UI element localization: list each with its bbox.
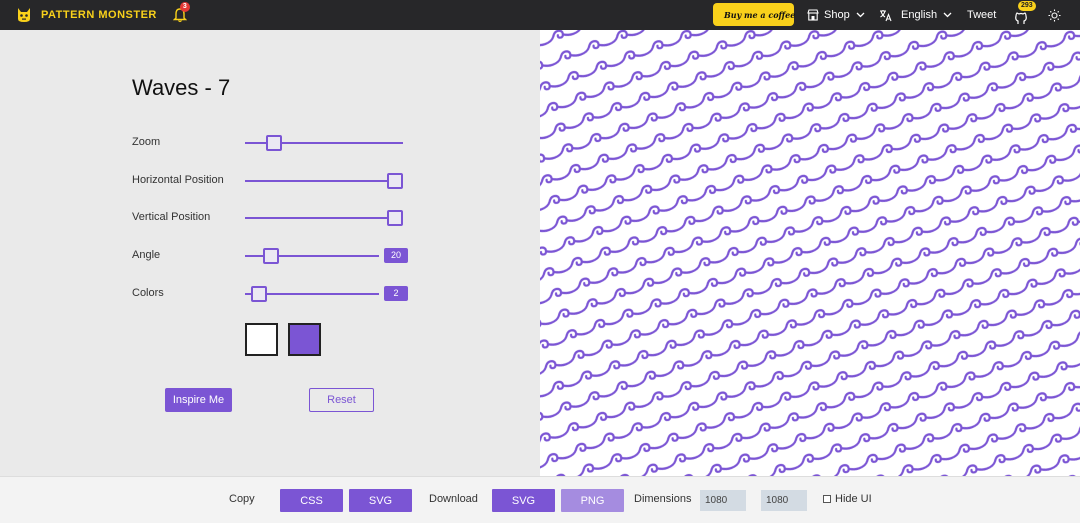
hide-ui-toggle[interactable]: Hide UI — [823, 493, 872, 505]
logo[interactable]: PATTERN MONSTER — [16, 7, 157, 23]
download-label: Download — [429, 493, 478, 505]
reset-button[interactable]: Reset — [309, 388, 374, 412]
zoom-label: Zoom — [132, 136, 161, 148]
waves-pattern — [540, 30, 1080, 476]
store-icon — [807, 9, 819, 21]
theme-toggle[interactable] — [1048, 0, 1061, 30]
dimensions-label: Dimensions — [634, 493, 692, 505]
chevron-down-icon — [943, 12, 952, 18]
shop-label: Shop — [824, 9, 850, 21]
logo-text: PATTERN MONSTER — [41, 9, 157, 21]
copy-svg-button[interactable]: SVG — [349, 489, 412, 512]
colors-slider[interactable] — [245, 286, 379, 302]
copy-css-button[interactable]: CSS — [280, 489, 343, 512]
hide-ui-checkbox[interactable] — [823, 495, 831, 503]
vertical-position-slider[interactable] — [245, 210, 403, 226]
sun-icon — [1048, 9, 1061, 21]
color-swatch-2[interactable] — [288, 323, 321, 356]
chevron-down-icon — [856, 12, 865, 18]
buy-me-a-coffee-button[interactable]: Buy me a coffee — [713, 3, 796, 26]
colors-label: Colors — [132, 287, 164, 299]
horizontal-position-label: Horizontal Position — [132, 174, 224, 186]
vertical-position-label: Vertical Position — [132, 211, 211, 223]
download-svg-button[interactable]: SVG — [492, 489, 555, 512]
color-swatch-1[interactable] — [245, 323, 278, 356]
slider-track — [245, 217, 403, 219]
export-bar: Copy CSS SVG Download SVG PNG Dimensions… — [0, 476, 1080, 523]
notifications-button[interactable]: 3 — [172, 2, 190, 23]
horizontal-position-slider[interactable] — [245, 173, 403, 189]
colors-value: 2 — [384, 286, 408, 301]
language-selector[interactable]: English — [879, 0, 952, 30]
monster-logo-icon — [18, 8, 30, 22]
angle-label: Angle — [132, 249, 161, 261]
width-input[interactable] — [700, 490, 746, 511]
translate-icon — [880, 9, 892, 21]
zoom-slider[interactable] — [245, 135, 403, 151]
height-input[interactable] — [761, 490, 807, 511]
github-star-count: 293 — [1018, 1, 1036, 11]
pattern-title: Waves - 7 — [132, 75, 231, 100]
slider-thumb[interactable] — [387, 173, 403, 189]
github-stars-button[interactable]: 293 — [1014, 0, 1036, 30]
language-label: English — [901, 9, 938, 21]
angle-value: 20 — [384, 248, 408, 263]
shop-menu[interactable]: Shop — [807, 0, 865, 30]
slider-thumb[interactable] — [250, 286, 267, 302]
copy-label: Copy — [229, 493, 255, 505]
tweet-button[interactable]: Tweet — [967, 0, 996, 30]
slider-track — [245, 180, 403, 182]
angle-slider[interactable] — [245, 248, 379, 264]
pattern-preview — [540, 30, 1080, 476]
inspire-me-button[interactable]: Inspire Me — [165, 388, 232, 412]
download-png-button[interactable]: PNG — [561, 489, 624, 512]
slider-thumb[interactable] — [266, 135, 283, 151]
coffee-label: Buy me a coffee — [724, 9, 796, 20]
github-icon — [1015, 12, 1027, 24]
slider-thumb[interactable] — [262, 248, 279, 264]
top-header: PATTERN MONSTER 3 Buy me a coffee Shop E… — [0, 0, 1080, 30]
slider-thumb[interactable] — [387, 210, 403, 226]
notification-badge: 3 — [179, 2, 190, 12]
tweet-label: Tweet — [967, 9, 997, 21]
hide-ui-label: Hide UI — [835, 493, 872, 505]
